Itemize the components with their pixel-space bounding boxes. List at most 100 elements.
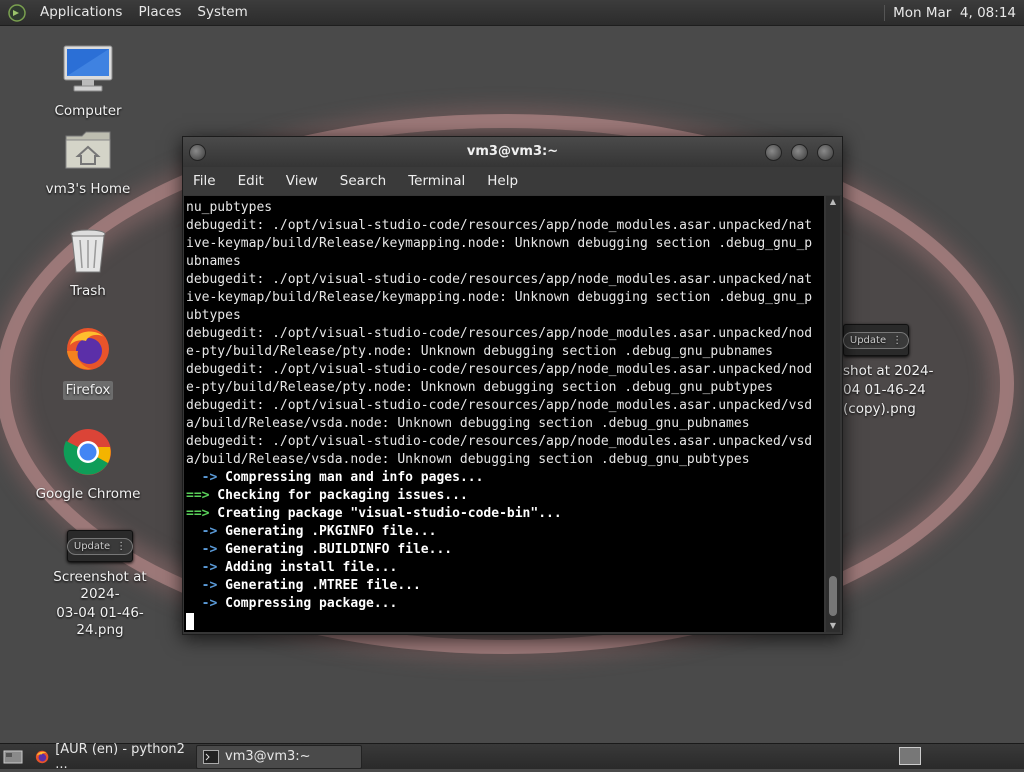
- scrollbar-thumb[interactable]: [829, 576, 837, 616]
- minimize-button[interactable]: [765, 144, 782, 161]
- menu-terminal[interactable]: Terminal: [398, 173, 477, 189]
- desktop-icon-label-line2: 03-04 01-46-24.png: [56, 605, 144, 638]
- terminal-window[interactable]: vm3@vm3:~ File Edit View Search Terminal…: [182, 136, 843, 635]
- clock[interactable]: Mon Mar 4, 08:14: [884, 4, 1024, 21]
- terminal-step-line: -> Generating .BUILDINFO file...: [186, 541, 824, 559]
- step-text: Creating package "visual-studio-code-bin…: [209, 506, 562, 521]
- terminal-step-line: ==> Checking for packaging issues...: [186, 487, 824, 505]
- terminal-line: ive-keymap/build/Release/keymapping.node…: [186, 236, 813, 251]
- terminal-line: debugedit: ./opt/visual-studio-code/reso…: [186, 326, 813, 341]
- screenshot-copy-thumbnail: Update ⋮: [842, 324, 910, 356]
- desktop-icon-chrome[interactable]: Google Chrome: [23, 427, 153, 504]
- scroll-up-arrow-icon[interactable]: ▲: [826, 196, 840, 208]
- menu-view[interactable]: View: [276, 173, 330, 189]
- taskbar-item-label: [AUR (en) - python2 ...: [55, 741, 185, 772]
- firefox-icon: [35, 750, 49, 763]
- scroll-down-arrow-icon[interactable]: ▼: [826, 620, 840, 632]
- thumbnail-text: Update: [849, 334, 887, 346]
- cursor: [186, 613, 194, 630]
- terminal-step-line: -> Generating .MTREE file...: [186, 577, 824, 595]
- terminal-step-line: ==> Creating package "visual-studio-code…: [186, 505, 824, 523]
- step-prefix: ->: [186, 596, 218, 611]
- terminal-line: ubtypes: [186, 308, 241, 323]
- terminal-line: debugedit: ./opt/visual-studio-code/reso…: [186, 272, 813, 287]
- step-text: Compressing man and info pages...: [217, 470, 484, 485]
- terminal-output[interactable]: nu_pubtypes debugedit: ./opt/visual-studi…: [184, 196, 824, 632]
- desktop-icon-trash[interactable]: Trash: [23, 228, 153, 301]
- terminal-line: debugedit: ./opt/visual-studio-code/reso…: [186, 398, 813, 413]
- kebab-icon: ⋮: [116, 540, 127, 552]
- taskbar-item-firefox[interactable]: [AUR (en) - python2 ...: [28, 741, 192, 772]
- home-folder-icon: [65, 131, 111, 169]
- firefox-icon: [67, 328, 109, 370]
- step-prefix: ->: [186, 578, 218, 593]
- terminal-step-line: -> Compressing man and info pages...: [186, 469, 824, 487]
- terminal-line: debugedit: ./opt/visual-studio-code/reso…: [186, 362, 813, 377]
- terminal-step-line: -> Adding install file...: [186, 559, 824, 577]
- desktop-icon-screenshot[interactable]: Update ⋮ Screenshot at 2024- 03-04 01-46…: [35, 530, 165, 640]
- screenshot-thumbnail: Update ⋮: [66, 530, 134, 562]
- desktop-icon-computer[interactable]: Computer: [23, 44, 153, 121]
- desktop-icon-screenshot-copy[interactable]: Update ⋮ shot at 2024- 04 01-46-24 (copy…: [842, 324, 943, 419]
- desktop-icon-label-line1: shot at 2024-: [843, 363, 934, 379]
- maximize-button[interactable]: [791, 144, 808, 161]
- desktop-icon-label: Trash: [70, 283, 106, 299]
- thumbnail-pill: Update ⋮: [66, 537, 134, 555]
- system-menu[interactable]: System: [189, 0, 255, 25]
- step-prefix: ==>: [186, 506, 210, 521]
- menu-edit[interactable]: Edit: [228, 173, 276, 189]
- terminal-line: e-pty/build/Release/pty.node: Unknown de…: [186, 344, 773, 359]
- step-prefix: ->: [186, 524, 218, 539]
- applications-menu[interactable]: Applications: [32, 0, 130, 25]
- step-prefix: ->: [186, 560, 218, 575]
- close-button[interactable]: [817, 144, 834, 161]
- desktop-icon-label: Firefox: [62, 381, 114, 400]
- desktop-icon-label: Google Chrome: [35, 486, 141, 502]
- menu-help[interactable]: Help: [477, 173, 530, 189]
- menu-search[interactable]: Search: [330, 173, 398, 189]
- terminal-line: debugedit: ./opt/visual-studio-code/reso…: [186, 218, 813, 233]
- window-titlebar[interactable]: vm3@vm3:~: [183, 137, 842, 167]
- terminal-text: nu_pubtypes debugedit: ./opt/visual-studi…: [184, 196, 824, 631]
- step-text: Checking for packaging issues...: [209, 488, 468, 503]
- taskbar-item-terminal[interactable]: vm3@vm3:~: [196, 744, 362, 769]
- terminal-line: e-pty/build/Release/pty.node: Unknown de…: [186, 380, 773, 395]
- desktop-icon-label: Computer: [54, 103, 122, 119]
- terminal-line: ive-keymap/build/Release/keymapping.node…: [186, 290, 813, 305]
- terminal-step-line: -> Generating .PKGINFO file...: [186, 523, 824, 541]
- step-prefix: ->: [186, 470, 218, 485]
- terminal-line: ubnames: [186, 254, 241, 269]
- desktop-icon-label-line1: Screenshot at 2024-: [53, 569, 147, 602]
- mate-logo-icon[interactable]: [8, 3, 26, 22]
- window-title: vm3@vm3:~: [466, 144, 559, 159]
- desktop-icon-label: vm3's Home: [45, 181, 131, 197]
- step-text: Adding install file...: [217, 560, 398, 575]
- step-prefix: ==>: [186, 488, 210, 503]
- computer-icon: [63, 45, 113, 92]
- terminal-menubar: File Edit View Search Terminal Help: [183, 167, 842, 195]
- terminal-line: debugedit: ./opt/visual-studio-code/reso…: [186, 434, 813, 449]
- menu-file[interactable]: File: [183, 173, 228, 189]
- taskbar-item-label: vm3@vm3:~: [225, 749, 311, 764]
- show-desktop-icon[interactable]: [2, 747, 24, 767]
- chrome-icon: [63, 429, 111, 475]
- terminal-prompt-line: [186, 613, 824, 631]
- step-text: Generating .BUILDINFO file...: [217, 542, 453, 557]
- workspace-switcher[interactable]: [899, 747, 921, 765]
- bottom-panel: [AUR (en) - python2 ... vm3@vm3:~: [0, 741, 1024, 772]
- step-text: Compressing package...: [217, 596, 398, 611]
- thumbnail-text: Update: [73, 540, 111, 552]
- desktop-icon-home[interactable]: vm3's Home: [23, 128, 153, 199]
- step-text: Generating .MTREE file...: [217, 578, 421, 593]
- window-menu-button[interactable]: [189, 144, 206, 161]
- terminal-scrollbar[interactable]: ▲ ▼: [826, 196, 840, 632]
- places-menu[interactable]: Places: [130, 0, 189, 25]
- desktop-icon-label-line3: (copy).png: [843, 401, 916, 417]
- desktop-icon-firefox[interactable]: Firefox: [23, 325, 153, 400]
- terminal-line: nu_pubtypes: [186, 200, 273, 215]
- kebab-icon: ⋮: [892, 334, 903, 346]
- trash-icon: [70, 229, 106, 273]
- desktop-icon-label-line2: 04 01-46-24: [843, 382, 926, 398]
- terminal-line: a/build/Release/vsda.node: Unknown debug…: [186, 416, 750, 431]
- step-prefix: ->: [186, 542, 218, 557]
